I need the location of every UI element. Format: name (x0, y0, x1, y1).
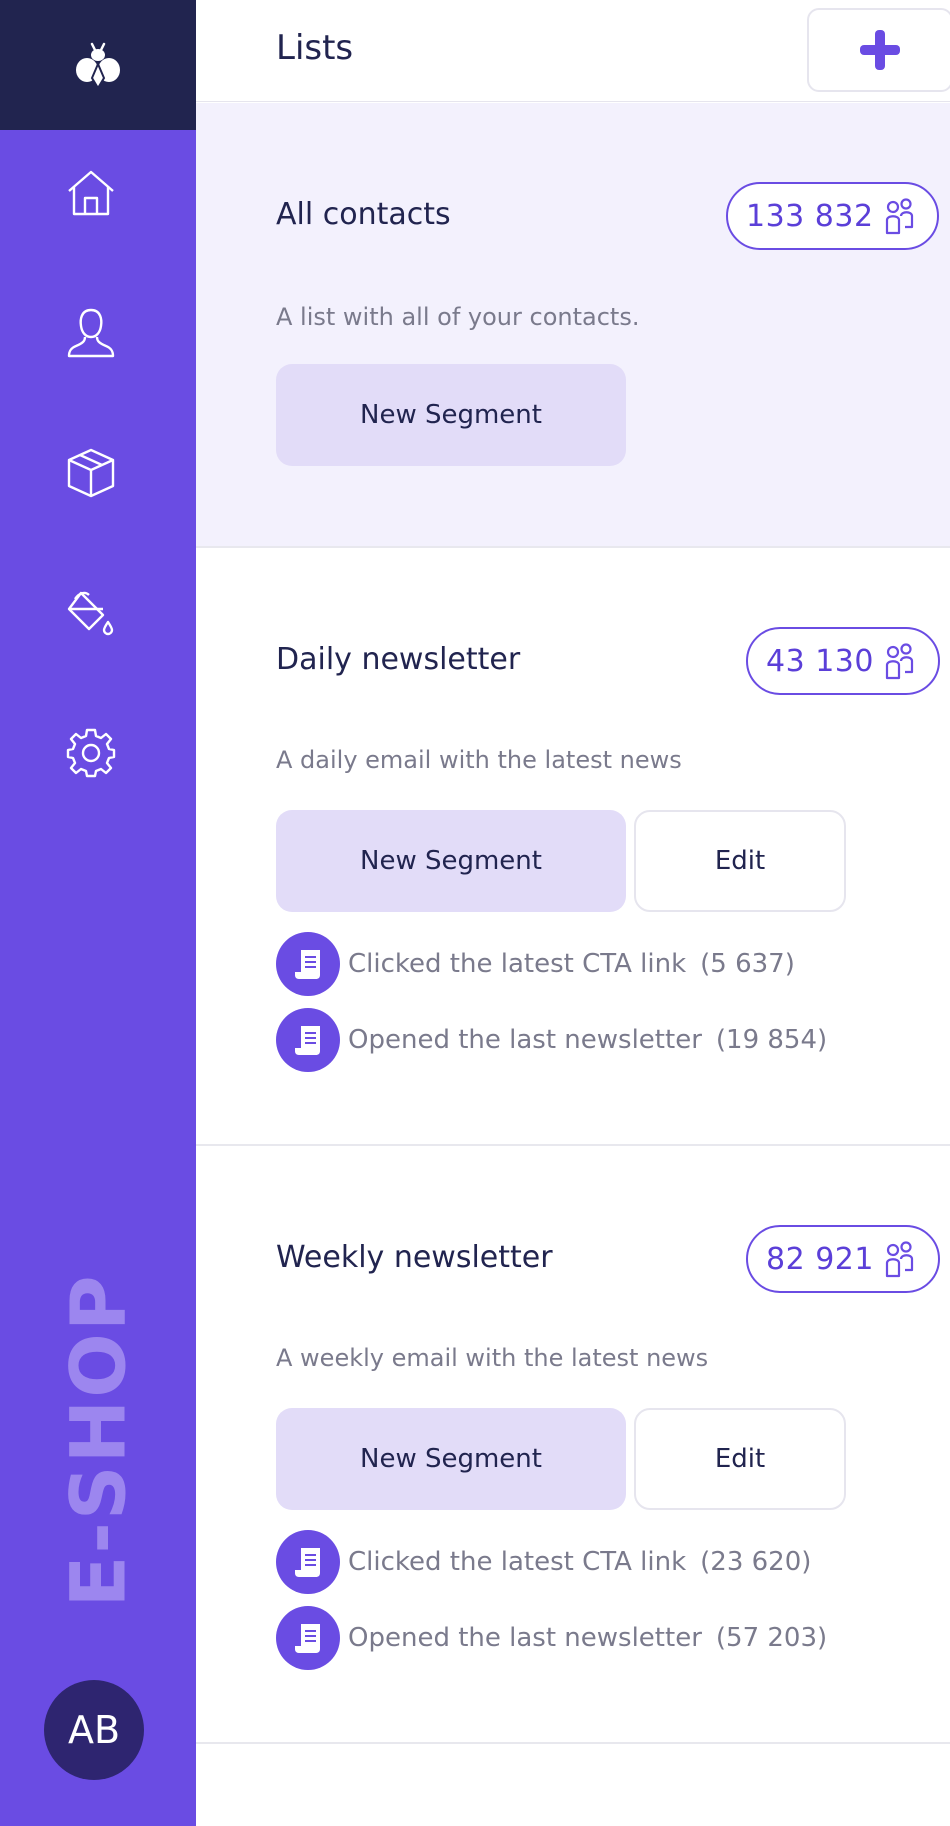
segment-icon (276, 1008, 340, 1072)
list-description: A daily email with the latest news (276, 746, 682, 774)
segment-icon (276, 1530, 340, 1594)
gear-icon (66, 728, 116, 778)
segment-label: Clicked the latest CTA link (348, 949, 687, 979)
list-card-daily-newsletter[interactable]: Daily newsletter 43 130 A daily email wi… (196, 548, 950, 1146)
contact-count-badge: 43 130 (746, 627, 940, 695)
home-icon (68, 170, 114, 216)
nav-settings[interactable] (58, 720, 124, 786)
segment-item[interactable]: Opened the last newsletter (19 854) (276, 1008, 827, 1072)
segment-icon (276, 1606, 340, 1670)
contact-count: 82 921 (766, 1241, 874, 1277)
segment-count: (19 854) (715, 1025, 828, 1055)
people-icon (885, 1241, 914, 1278)
list-title: All contacts (276, 197, 451, 232)
new-segment-button[interactable]: New Segment (276, 1408, 626, 1510)
contact-count: 133 832 (746, 198, 874, 234)
top-header: Lists (196, 0, 950, 102)
sidebar: E-SHOP AB (0, 0, 196, 1826)
plus-icon (860, 30, 900, 70)
receipt-icon (295, 1026, 320, 1055)
avatar-initials: AB (67, 1708, 121, 1752)
contact-count-badge: 82 921 (746, 1225, 940, 1293)
avatar[interactable]: AB (44, 1680, 144, 1780)
edit-list-button[interactable]: Edit (634, 1408, 846, 1510)
list-title: Daily newsletter (276, 642, 521, 677)
page-title: Lists (276, 28, 354, 68)
receipt-icon (295, 1624, 320, 1653)
people-icon (885, 643, 914, 680)
contact-count-badge: 133 832 (726, 182, 939, 250)
list-card-weekly-newsletter[interactable]: Weekly newsletter 82 921 A weekly email … (196, 1146, 950, 1744)
segment-count: (5 637) (700, 949, 795, 979)
brand-text: E-SHOP (53, 1272, 143, 1608)
brand-label: E-SHOP (38, 1240, 158, 1640)
segment-count: (23 620) (700, 1547, 812, 1577)
people-icon (885, 198, 913, 235)
segment-icon (276, 932, 340, 996)
segment-item[interactable]: Clicked the latest CTA link (5 637) (276, 932, 795, 996)
list-card-all-contacts[interactable]: All contacts 133 832 A list with all of … (196, 103, 950, 548)
receipt-icon (295, 1548, 320, 1577)
add-list-button[interactable] (807, 8, 950, 92)
nav-design[interactable] (58, 580, 124, 646)
paint-bucket-icon (67, 591, 114, 636)
box-icon (67, 448, 115, 498)
segment-count: (57 203) (715, 1623, 828, 1653)
list-description: A list with all of your contacts. (276, 303, 640, 331)
segment-item[interactable]: Clicked the latest CTA link (23 620) (276, 1530, 811, 1594)
new-segment-button[interactable]: New Segment (276, 810, 626, 912)
new-segment-button[interactable]: New Segment (276, 364, 626, 466)
user-icon (67, 308, 115, 358)
segment-label: Opened the last newsletter (348, 1623, 702, 1653)
nav-products[interactable] (58, 440, 124, 506)
edit-list-button[interactable]: Edit (634, 810, 846, 912)
nav-home[interactable] (58, 160, 124, 226)
segment-item[interactable]: Opened the last newsletter (57 203) (276, 1606, 827, 1670)
segment-label: Opened the last newsletter (348, 1025, 702, 1055)
segment-label: Clicked the latest CTA link (348, 1547, 687, 1577)
bee-logo-icon (76, 42, 120, 90)
nav-contacts[interactable] (58, 300, 124, 366)
app-logo[interactable] (0, 0, 196, 130)
list-title: Weekly newsletter (276, 1240, 553, 1275)
contact-count: 43 130 (766, 643, 874, 679)
receipt-icon (295, 950, 320, 979)
list-description: A weekly email with the latest news (276, 1344, 709, 1372)
